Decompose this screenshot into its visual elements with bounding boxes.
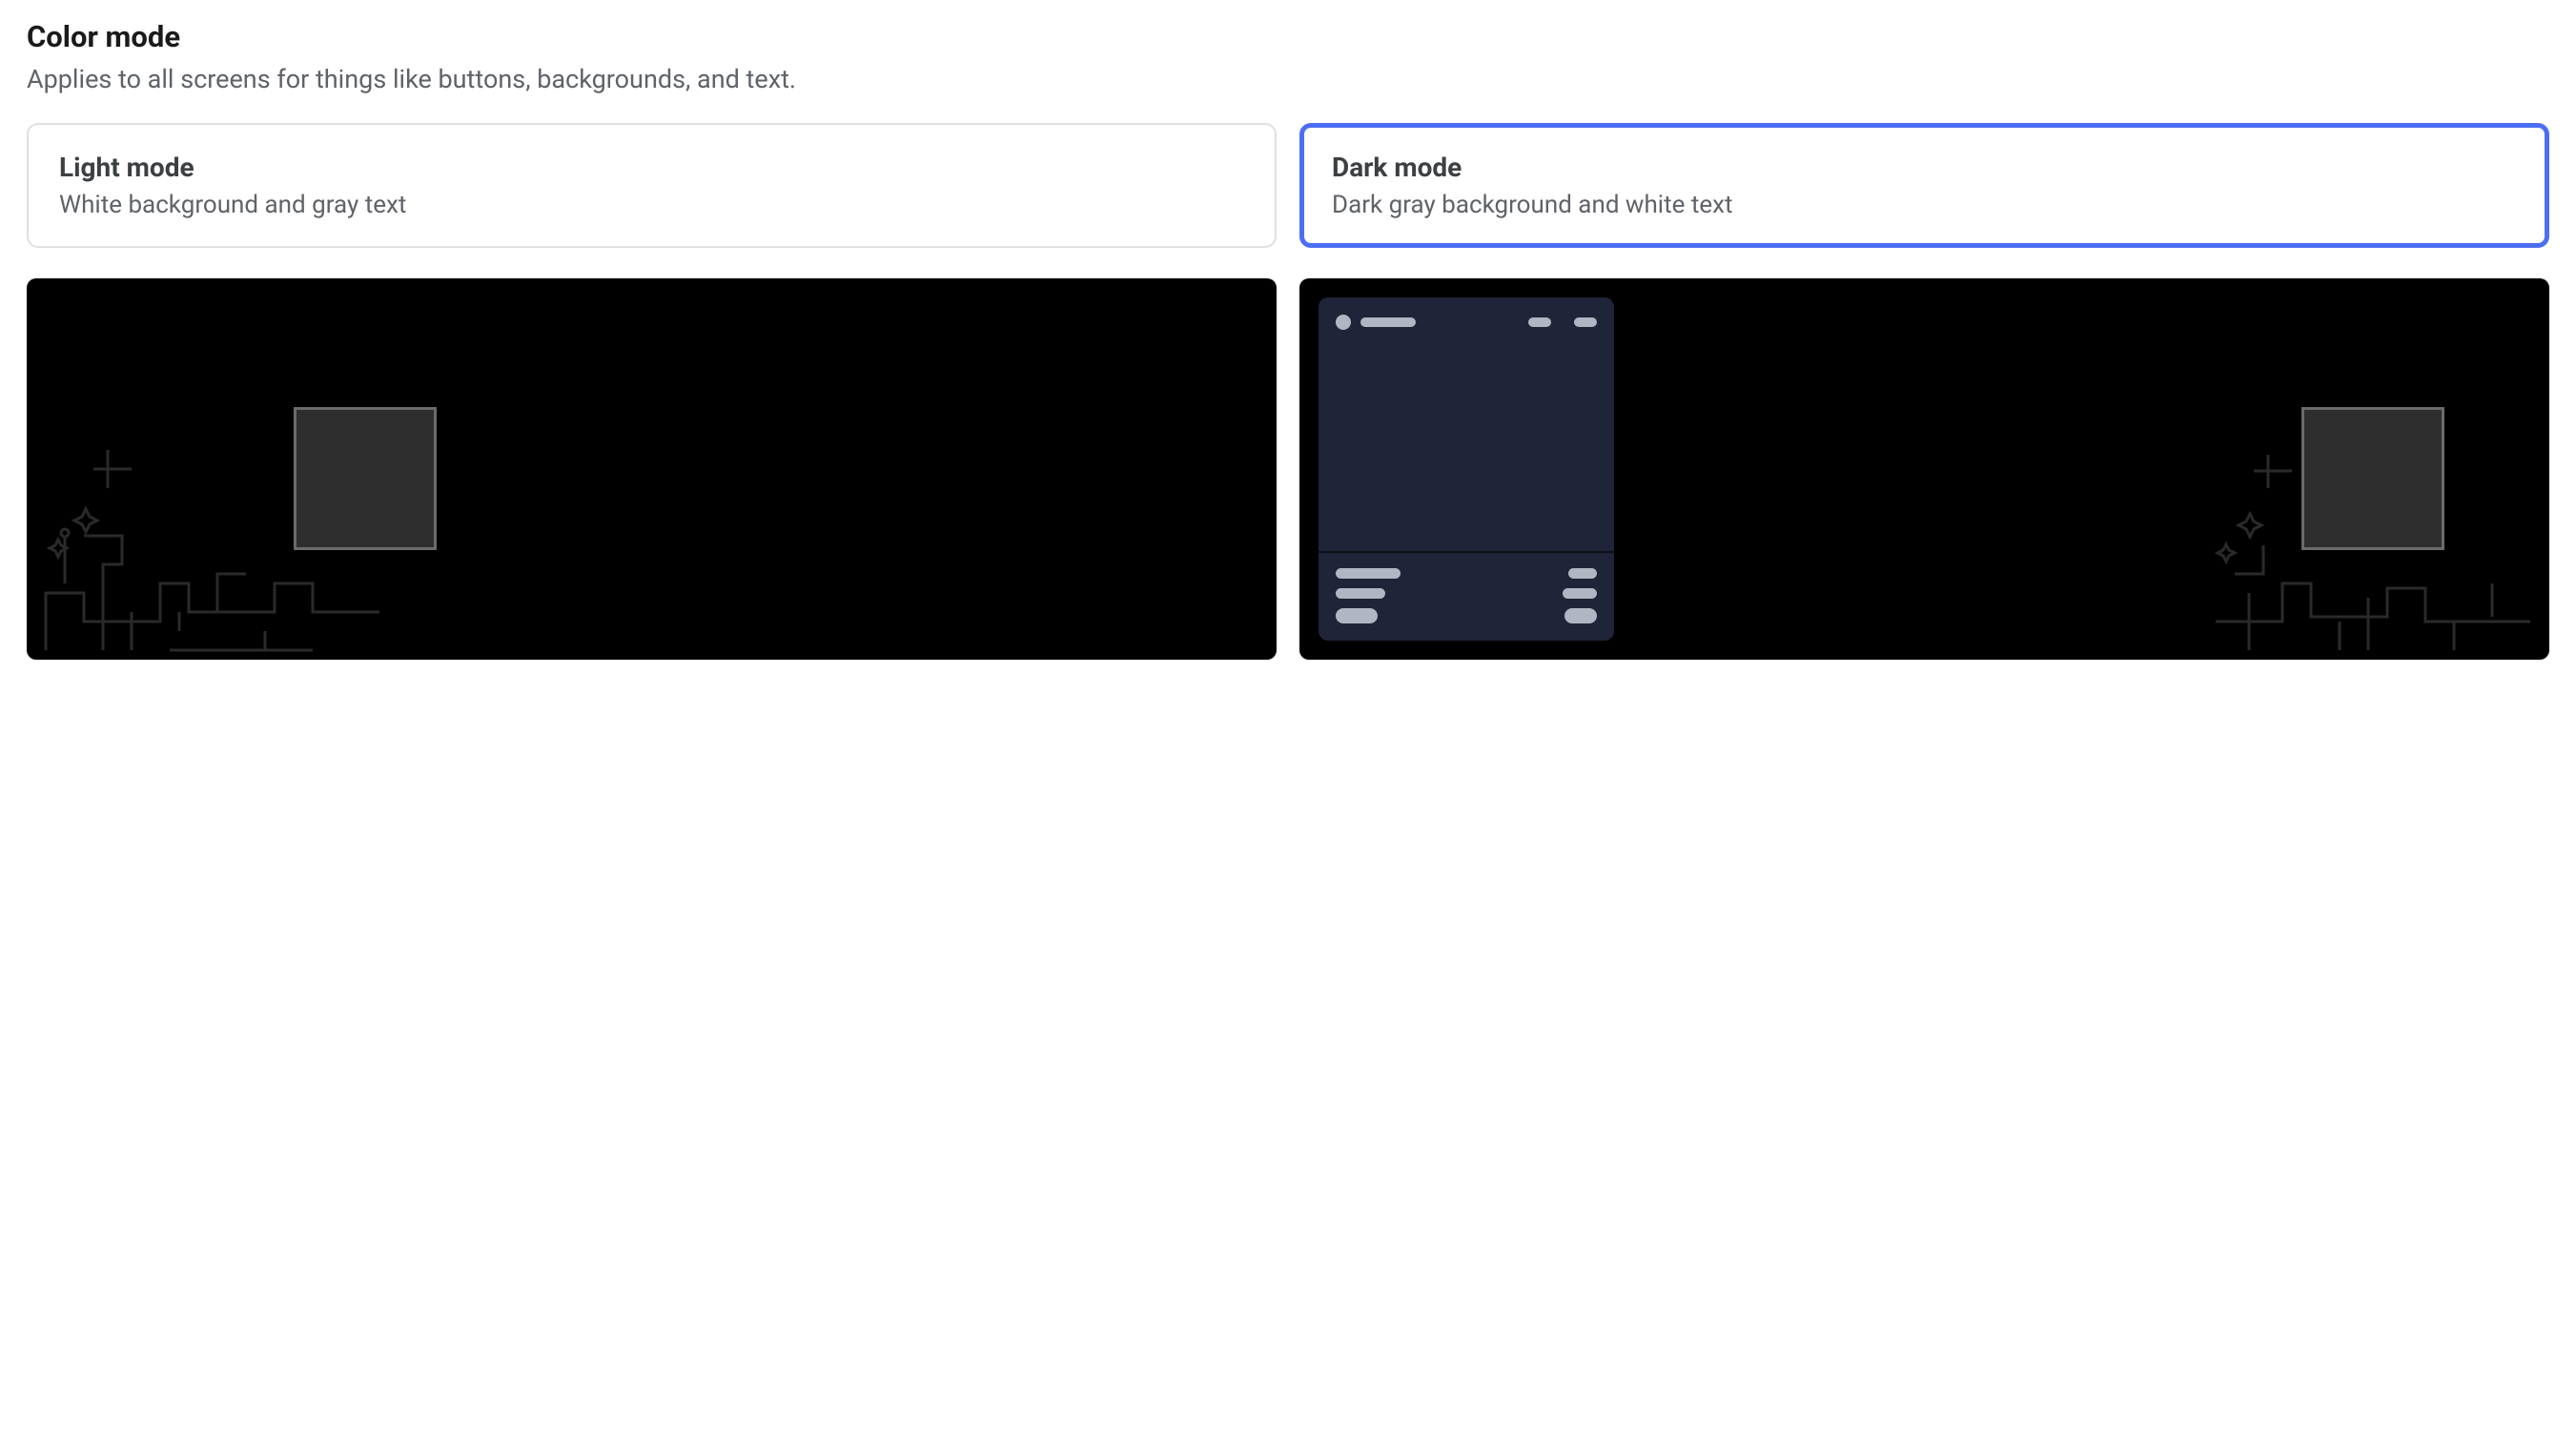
option-light-description: White background and gray text xyxy=(59,191,1244,219)
mock-footer xyxy=(1319,553,1614,641)
mock-header xyxy=(1319,297,1614,330)
mock-body xyxy=(1319,330,1614,551)
mock-action-placeholder xyxy=(1528,317,1551,327)
option-dark-mode[interactable]: Dark mode Dark gray background and white… xyxy=(1299,123,2549,248)
mock-avatar-icon xyxy=(1336,315,1351,330)
preview-placeholder-icon xyxy=(294,407,437,550)
mock-button-placeholder xyxy=(1564,608,1597,623)
section-subtitle: Applies to all screens for things like b… xyxy=(27,64,2549,94)
mock-title-placeholder xyxy=(1360,317,1416,327)
option-light-title: Light mode xyxy=(59,152,1244,183)
mock-button-placeholder xyxy=(1336,608,1378,623)
preview-row xyxy=(27,278,2549,660)
color-mode-options: Light mode White background and gray tex… xyxy=(27,123,2549,248)
mock-line-placeholder xyxy=(1336,588,1385,599)
option-dark-title: Dark mode xyxy=(1332,152,2517,183)
option-dark-description: Dark gray background and white text xyxy=(1332,191,2517,219)
mock-app-panel xyxy=(1319,297,1614,641)
mock-line-placeholder xyxy=(1563,588,1597,599)
mock-action-placeholder xyxy=(1574,317,1597,327)
mock-line-placeholder xyxy=(1336,568,1400,579)
mock-line-placeholder xyxy=(1568,568,1597,579)
preview-placeholder-icon xyxy=(2301,407,2444,550)
preview-light-mode xyxy=(27,278,1277,660)
option-light-mode[interactable]: Light mode White background and gray tex… xyxy=(27,123,1277,248)
preview-dark-mode xyxy=(1299,278,2549,660)
section-title: Color mode xyxy=(27,19,2549,54)
